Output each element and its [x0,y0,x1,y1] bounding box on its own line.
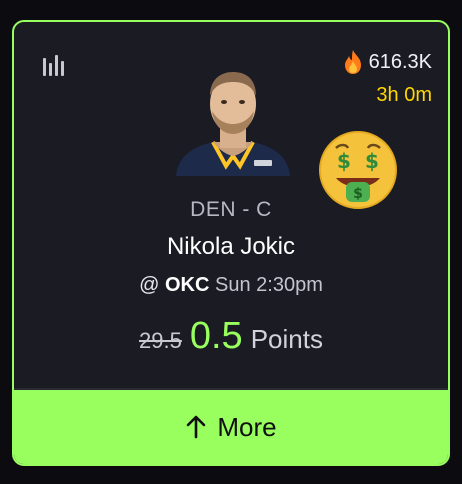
countdown-timer: 3h 0m [376,84,432,106]
player-name: Nikola Jokic [166,233,296,260]
popularity-count: 616.3K [368,50,432,73]
stat-type: Points [250,324,323,354]
more-button[interactable]: More [14,390,448,464]
arrow-up-icon [187,415,206,439]
team-position: DEN - C [190,198,272,221]
opponent-team: OKC [165,274,210,296]
game-time: Sun 2:30pm [215,274,323,296]
matchup-prefix: @ [139,274,160,296]
player-headshot [176,72,290,176]
card-meta: 616.3K 3h 0m [343,48,432,107]
popularity: 616.3K [343,48,432,76]
matchup: @ OKC Sun 2:30pm [14,274,448,297]
svg-text:$: $ [365,149,379,173]
projection-line: 29.5 0.5 Points [14,315,448,358]
new-line-value: 0.5 [189,315,243,357]
svg-text:$: $ [337,149,351,173]
projection-card[interactable]: 616.3K 3h 0m $ $ $ DEN - C Nikola Jokic [12,20,450,466]
more-button-label: More [217,411,277,442]
fire-icon [344,50,361,74]
bar-chart-icon[interactable] [42,54,68,76]
old-line-value: 29.5 [139,328,182,353]
